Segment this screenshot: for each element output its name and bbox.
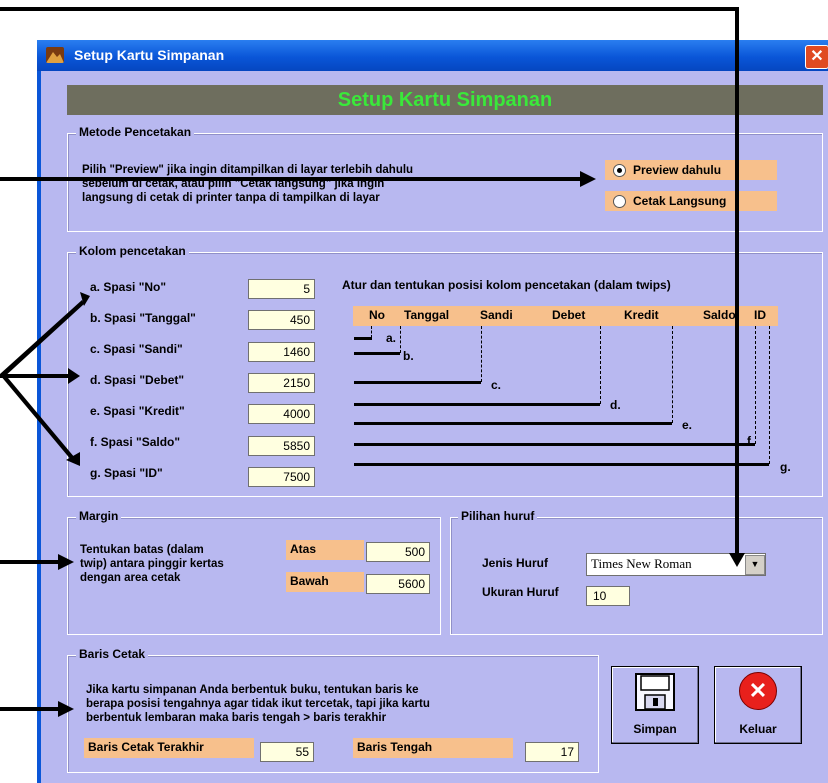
bawah-field[interactable]: 5600 — [366, 574, 430, 594]
ukuran-huruf-label: Ukuran Huruf — [482, 585, 559, 599]
col-header-no: No — [369, 308, 385, 322]
simpan-button[interactable]: Simpan — [611, 666, 699, 744]
keluar-label: Keluar — [739, 722, 777, 736]
baris-desc-line: berapa posisi tengahnya agar tidak ikut … — [86, 698, 430, 710]
bawah-label: Bawah — [286, 572, 364, 592]
arrow-right-icon — [58, 554, 74, 575]
atas-field[interactable]: 500 — [366, 542, 430, 562]
baris-desc-line: berbentuk lembaran maka baris tengah > b… — [86, 712, 387, 724]
marker-f-line — [354, 443, 755, 446]
baris-desc-line: Jika kartu simpanan Anda berbentuk buku,… — [86, 684, 419, 696]
banner-title: Setup Kartu Simpanan — [67, 85, 823, 115]
keluar-button[interactable]: ✕ Keluar — [714, 666, 802, 744]
margin-desc-line: Tentukan batas (dalam — [80, 544, 204, 556]
marker-f-dash — [755, 326, 756, 444]
baris-terakhir-field[interactable]: 55 — [260, 742, 314, 762]
marker-c-label: c. — [491, 378, 502, 392]
langsung-radio[interactable] — [613, 195, 626, 208]
red-x-circle-icon: ✕ — [739, 672, 777, 710]
annotation-vertical-line — [735, 7, 739, 557]
spasi-sandi-label: c. Spasi "Sandi" — [90, 342, 183, 356]
spasi-debet-field[interactable]: 2150 — [248, 373, 315, 393]
col-header-tanggal: Tanggal — [404, 308, 450, 322]
spasi-sandi-field[interactable]: 1460 — [248, 342, 315, 362]
spasi-kredit-label: e. Spasi "Kredit" — [90, 404, 185, 418]
baris-title: Baris Cetak — [76, 647, 149, 661]
metode-title: Metode Pencetakan — [76, 125, 195, 139]
baris-tengah-field[interactable]: 17 — [525, 742, 579, 762]
marker-c-line — [354, 381, 481, 384]
marker-e-line — [354, 422, 672, 425]
preview-option[interactable]: Preview dahulu — [605, 160, 777, 180]
marker-c-dash — [481, 326, 482, 382]
marker-a-line — [354, 337, 372, 340]
metode-description: Pilih "Preview" jika ingin ditampilkan d… — [82, 163, 413, 205]
atas-label: Atas — [286, 540, 364, 560]
spasi-saldo-field[interactable]: 5850 — [248, 436, 315, 456]
marker-b-dash — [400, 326, 401, 353]
marker-e-label: e. — [682, 418, 693, 432]
annotation-kolom-arrows — [0, 290, 100, 485]
jenis-huruf-value: Times New Roman — [591, 556, 692, 571]
spasi-debet-label: d. Spasi "Debet" — [90, 373, 185, 387]
col-header-id: ID — [754, 308, 766, 322]
marker-d-line — [354, 403, 600, 406]
spasi-tanggal-field[interactable]: 450 — [248, 310, 315, 330]
marker-g-dash — [769, 326, 770, 464]
jenis-huruf-label: Jenis Huruf — [482, 556, 549, 570]
margin-description: Tentukan batas (dalam twip) antara pingg… — [80, 543, 224, 585]
marker-f-label: f. — [747, 434, 755, 448]
col-header-kredit: Kredit — [624, 308, 659, 322]
annotation-metode-line — [0, 177, 582, 181]
simpan-label: Simpan — [633, 722, 677, 736]
huruf-group — [450, 517, 823, 635]
arrow-down-icon — [729, 553, 745, 572]
metode-desc-line: langsung di cetak di printer tanpa di ta… — [82, 192, 380, 204]
langsung-option[interactable]: Cetak Langsung — [605, 191, 777, 211]
spasi-id-field[interactable]: 7500 — [248, 467, 315, 487]
floppy-disk-icon — [635, 673, 675, 716]
margin-desc-line: twip) antara pinggir kertas — [80, 558, 224, 570]
baris-tengah-label: Baris Tengah — [353, 738, 513, 758]
huruf-title: Pilihan huruf — [458, 509, 538, 523]
annotation-top-line — [0, 7, 737, 11]
spasi-saldo-label: f. Spasi "Saldo" — [90, 435, 181, 449]
annotation-margin-line — [0, 560, 60, 564]
marker-a-label: a. — [386, 331, 397, 345]
spasi-no-field[interactable]: 5 — [248, 279, 315, 299]
spasi-id-label: g. Spasi "ID" — [90, 466, 163, 480]
close-button[interactable]: ✕ — [805, 45, 828, 69]
kolom-instruction: Atur dan tentukan posisi kolom pencetaka… — [342, 278, 671, 292]
marker-d-dash — [600, 326, 601, 404]
kolom-title: Kolom pencetakan — [76, 244, 189, 258]
ukuran-huruf-field[interactable]: 10 — [586, 586, 630, 606]
spasi-kredit-field[interactable]: 4000 — [248, 404, 315, 424]
marker-b-label: b. — [403, 349, 414, 363]
baris-description: Jika kartu simpanan Anda berbentuk buku,… — [86, 683, 430, 725]
metode-desc-line: Pilih "Preview" jika ingin ditampilkan d… — [82, 164, 414, 176]
baris-terakhir-label: Baris Cetak Terakhir — [84, 738, 254, 758]
col-header-saldo: Saldo — [703, 308, 736, 322]
preview-radio[interactable] — [613, 164, 626, 177]
col-header-debet: Debet — [552, 308, 586, 322]
arrow-right-icon — [580, 171, 596, 192]
marker-g-line — [354, 463, 769, 466]
marker-e-dash — [672, 326, 673, 423]
app-icon — [46, 47, 64, 63]
radio-selected-dot — [617, 168, 622, 173]
arrow-right-icon — [58, 701, 74, 722]
margin-title: Margin — [76, 509, 122, 523]
preview-label: Preview dahulu — [633, 163, 722, 177]
marker-g-label: g. — [780, 460, 791, 474]
window-title: Setup Kartu Simpanan — [74, 47, 225, 63]
col-header-sandi: Sandi — [480, 308, 513, 322]
marker-d-label: d. — [610, 398, 621, 412]
spasi-tanggal-label: b. Spasi "Tanggal" — [90, 311, 196, 325]
spasi-no-label: a. Spasi "No" — [90, 280, 167, 294]
annotation-baris-line — [0, 707, 60, 711]
marker-b-line — [354, 352, 400, 355]
chevron-down-icon[interactable]: ▼ — [745, 555, 765, 575]
margin-desc-line: dengan area cetak — [80, 572, 181, 584]
langsung-label: Cetak Langsung — [633, 194, 727, 208]
